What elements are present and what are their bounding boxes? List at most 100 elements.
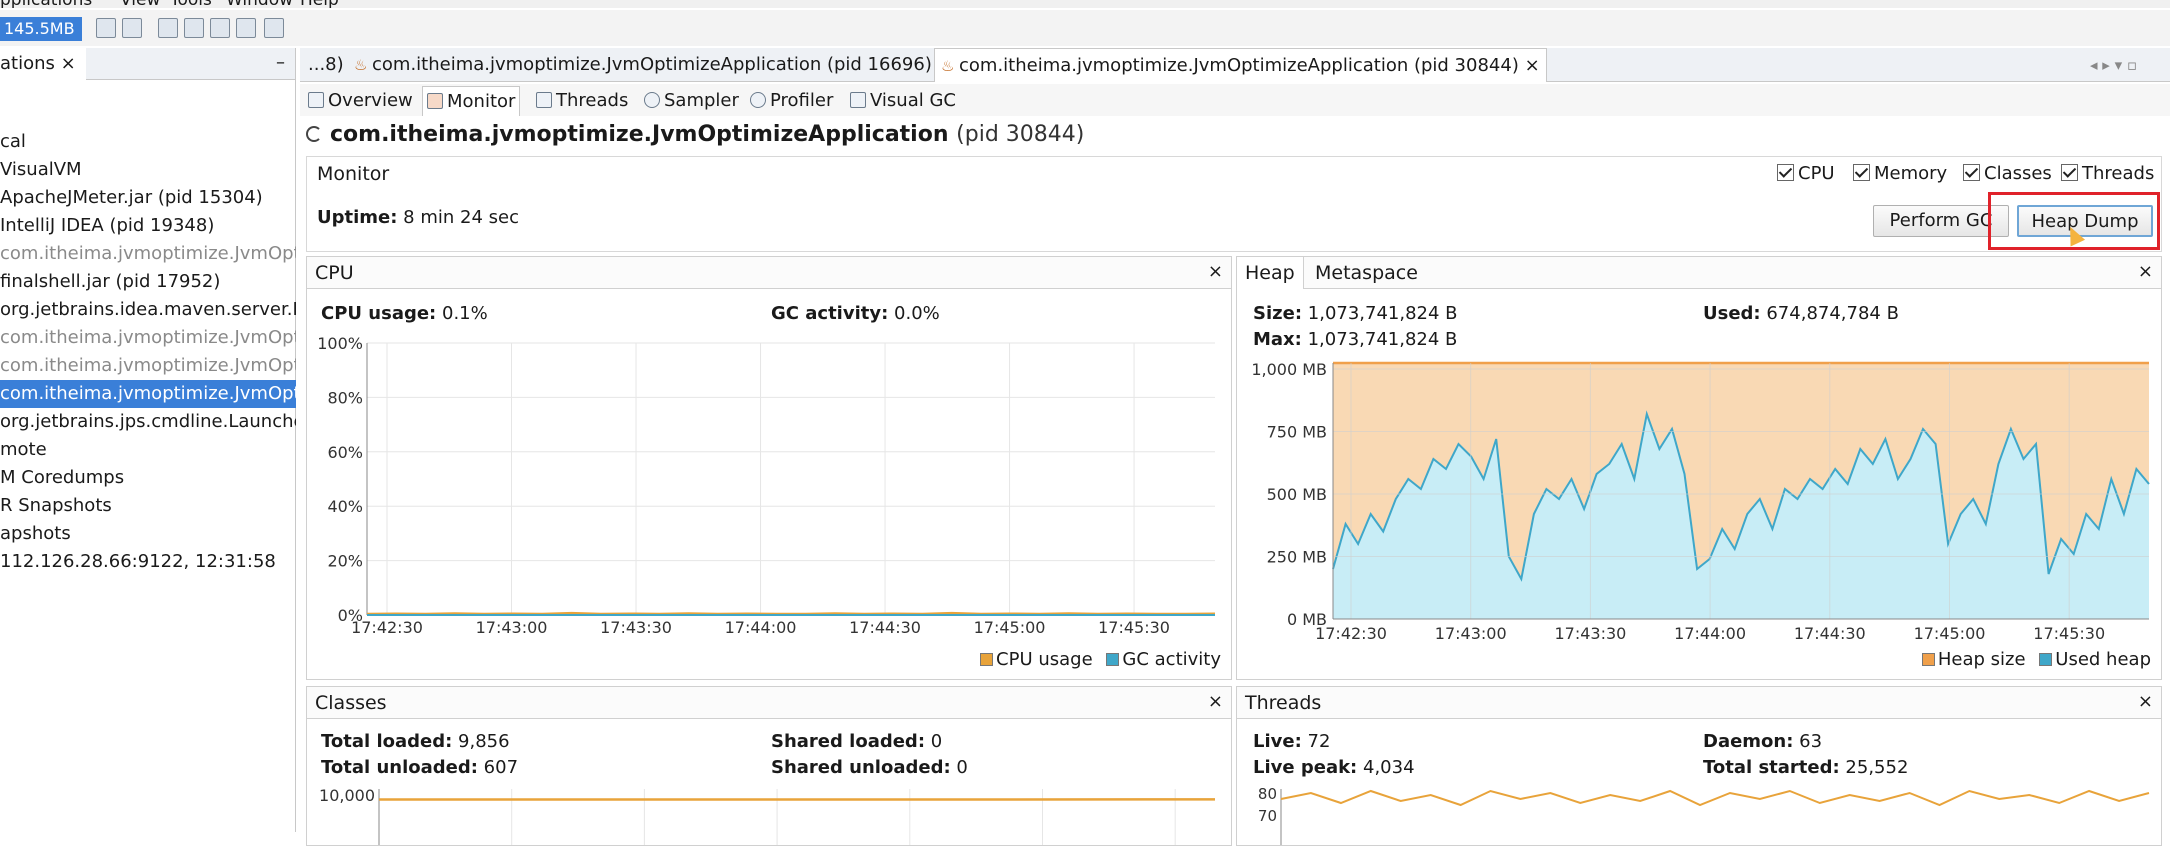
tab-navigation-icons[interactable]: ◂ ▸ ▾ ▫ <box>2090 48 2137 82</box>
total-unloaded-stat: Total unloaded: 607 <box>321 757 518 778</box>
stat-label: Shared unloaded: <box>771 757 951 778</box>
applications-panel: ations × – calVisualVMApacheJMeter.jar (… <box>0 48 296 832</box>
editor-tab-pid-16696[interactable]: ♨com.itheima.jvmoptimize.JvmOptimizeAppl… <box>354 48 953 82</box>
x-tick-label: 17:43:30 <box>1554 624 1626 643</box>
add-jmx-icon[interactable] <box>158 18 178 38</box>
editor-tab-bar: ...8) ♨com.itheima.jvmoptimize.JvmOptimi… <box>300 48 2170 82</box>
view-tab-bar: Overview Monitor Threads Sampler Profile… <box>300 84 2170 116</box>
y-tick-label: 100% <box>317 334 363 353</box>
tree-item[interactable]: finalshell.jar (pid 17952) <box>0 268 296 296</box>
editor-tab-pid-30844[interactable]: ♨com.itheima.jvmoptimize.JvmOptimizeAppl… <box>934 48 1547 82</box>
snapshot-icon[interactable] <box>236 18 256 38</box>
save-icon[interactable] <box>96 18 116 38</box>
cpu-checkbox[interactable]: CPU <box>1777 163 1835 184</box>
x-tick-label: 17:45:00 <box>974 618 1046 637</box>
open-icon[interactable] <box>122 18 142 38</box>
menu-window[interactable]: Window <box>226 0 293 8</box>
live-peak-stat: Live peak: 4,034 <box>1253 757 1415 778</box>
checkbox-label: Threads <box>2082 163 2154 184</box>
total-loaded-stat: Total loaded: 9,856 <box>321 731 510 752</box>
tab-monitor[interactable]: Monitor <box>422 86 520 116</box>
tree-item[interactable]: com.itheima.jvmoptimize.JvmOpti <box>0 240 296 268</box>
heap-panel: Heap Metaspace × Size: 1,073,741,824 B U… <box>1236 256 2162 680</box>
menu-help[interactable]: Help <box>300 0 339 8</box>
x-tick-label: 17:45:30 <box>1098 618 1170 637</box>
add-host-icon[interactable] <box>184 18 204 38</box>
tree-item[interactable]: apshots <box>0 520 296 548</box>
cpu-usage-stat: CPU usage: 0.1% <box>321 303 488 324</box>
tree-item[interactable]: VisualVM <box>0 156 296 184</box>
checkbox-label: Classes <box>1984 163 2052 184</box>
tab-label: Threads <box>556 90 628 111</box>
x-tick-label: 17:42:30 <box>1315 624 1387 643</box>
threads-chart: 8070 <box>1237 785 2161 845</box>
minimize-button[interactable]: – <box>276 48 285 78</box>
classes-checkbox[interactable]: Classes <box>1963 163 2052 184</box>
memory-indicator[interactable]: 145.5MB <box>0 17 82 41</box>
tree-item[interactable]: cal <box>0 128 296 156</box>
tab-label: Sampler <box>664 90 739 111</box>
stat-label: Live peak: <box>1253 757 1357 778</box>
editor-tab-label: com.itheima.jvmoptimize.JvmOptimizeAppli… <box>372 54 932 75</box>
uptime-label: Uptime: <box>317 207 397 228</box>
process-pid: (pid 30844) <box>956 122 1084 147</box>
tree-item[interactable]: org.jetbrains.idea.maven.server.Re <box>0 296 296 324</box>
tab-label: Profiler <box>770 90 833 111</box>
memory-checkbox[interactable]: Memory <box>1853 163 1947 184</box>
tab-threads[interactable]: Threads <box>532 86 632 116</box>
cpu-legend: CPU usage GC activity <box>972 649 1221 670</box>
close-icon[interactable]: × <box>2138 257 2153 287</box>
y-tick-label: 80% <box>327 388 363 407</box>
visual-gc-icon <box>850 92 866 108</box>
compare-icon[interactable] <box>264 18 284 38</box>
close-icon[interactable]: × <box>2138 687 2153 717</box>
y-tick-label: 20% <box>327 552 363 571</box>
heap-chart: 0 MB250 MB500 MB750 MB1,000 MB17:42:3017… <box>1237 353 2161 649</box>
menu-tools[interactable]: Tools <box>170 0 212 8</box>
tab-visual-gc[interactable]: Visual GC <box>846 86 960 116</box>
tab-heap[interactable]: Heap <box>1237 257 1304 289</box>
tree-item[interactable]: R Snapshots <box>0 492 296 520</box>
sampler-icon <box>644 92 660 108</box>
daemon-threads-stat: Daemon: 63 <box>1703 731 1822 752</box>
stat-value: 0 <box>931 731 942 752</box>
stat-value: 9,856 <box>458 731 510 752</box>
tree-item[interactable]: M Coredumps <box>0 464 296 492</box>
checkbox-box <box>1853 164 1870 181</box>
close-icon[interactable]: × <box>1525 55 1540 76</box>
menu-view[interactable]: View <box>120 0 160 8</box>
tab-sampler[interactable]: Sampler <box>640 86 743 116</box>
cpu-panel-header: CPU × <box>307 257 1231 289</box>
legend-swatch <box>1106 653 1119 666</box>
profiler-icon <box>750 92 766 108</box>
tree-item[interactable]: com.itheima.jvmoptimize.JvmOpti <box>0 380 296 408</box>
close-icon[interactable]: × <box>1208 687 1223 717</box>
tree-item[interactable]: ApacheJMeter.jar (pid 15304) <box>0 184 296 212</box>
stat-label: Total loaded: <box>321 731 452 752</box>
total-started-stat: Total started: 25,552 <box>1703 757 1908 778</box>
shared-loaded-stat: Shared loaded: 0 <box>771 731 942 752</box>
tree-item[interactable]: IntelliJ IDEA (pid 19348) <box>0 212 296 240</box>
heap-dump-tool-icon[interactable] <box>210 18 230 38</box>
tree-item[interactable]: org.jetbrains.jps.cmdline.Launcher <box>0 408 296 436</box>
y-tick-label: 1,000 MB <box>1251 360 1327 379</box>
tab-label: Visual GC <box>870 90 956 111</box>
threads-checkbox[interactable]: Threads <box>2061 163 2154 184</box>
tab-label: Overview <box>328 90 413 111</box>
cpu-panel: CPU × CPU usage: 0.1% GC activity: 0.0% … <box>306 256 1232 680</box>
tab-profiler[interactable]: Profiler <box>746 86 837 116</box>
tree-item[interactable]: 112.126.28.66:9122, 12:31:58 <box>0 548 296 576</box>
editor-tab-overflow[interactable]: ...8) <box>308 48 344 82</box>
tab-overview[interactable]: Overview <box>304 86 417 116</box>
loading-spinner-icon <box>306 126 322 142</box>
stat-label: CPU usage: <box>321 303 436 324</box>
stat-label: Daemon: <box>1703 731 1793 752</box>
tab-metaspace[interactable]: Metaspace <box>1307 257 1426 289</box>
classes-panel-title: Classes <box>315 687 387 719</box>
menu-applications[interactable]: pplications <box>0 0 92 8</box>
applications-tab[interactable]: ations × <box>0 48 86 80</box>
tree-item[interactable]: com.itheima.jvmoptimize.JvmOpti <box>0 324 296 352</box>
tree-item[interactable]: mote <box>0 436 296 464</box>
tree-item[interactable]: com.itheima.jvmoptimize.JvmOpti <box>0 352 296 380</box>
close-icon[interactable]: × <box>1208 257 1223 287</box>
